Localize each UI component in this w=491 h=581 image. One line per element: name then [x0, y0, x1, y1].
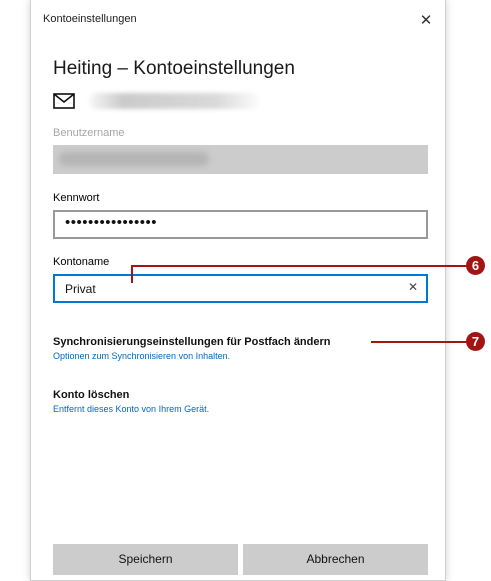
username-label: Benutzername — [53, 127, 125, 139]
clear-icon[interactable]: ✕ — [408, 280, 418, 294]
callout-marker-7: 7 — [466, 332, 485, 351]
password-field[interactable]: •••••••••••••••• — [53, 210, 428, 239]
cancel-button[interactable]: Abbrechen — [243, 544, 428, 575]
account-name-field[interactable]: Privat ✕ — [53, 274, 428, 303]
window-title: Kontoeinstellungen — [43, 13, 137, 25]
callout-line-7 — [371, 341, 474, 343]
callout-marker-6: 6 — [466, 256, 485, 275]
account-settings-dialog: Kontoeinstellungen ✕ Heiting – Kontoeins… — [30, 0, 446, 581]
username-field — [53, 145, 428, 174]
password-value: •••••••••••••••• — [65, 214, 158, 231]
password-label: Kennwort — [53, 192, 100, 204]
envelope-icon — [53, 93, 75, 109]
delete-account-link[interactable]: Konto löschen — [53, 389, 129, 401]
delete-account-subtitle[interactable]: Entfernt dieses Konto von Ihrem Gerät. — [53, 404, 209, 414]
sync-settings-link[interactable]: Synchronisierungseinstellungen für Postf… — [53, 336, 331, 348]
callout-line-6 — [132, 265, 475, 267]
sync-settings-subtitle[interactable]: Optionen zum Synchronisieren von Inhalte… — [53, 351, 230, 361]
save-button[interactable]: Speichern — [53, 544, 238, 575]
redacted-email — [89, 93, 259, 109]
email-row — [53, 92, 293, 112]
redacted-username — [59, 152, 209, 166]
close-icon[interactable]: ✕ — [415, 10, 437, 32]
account-name-value: Privat — [65, 282, 96, 296]
title-bar: Kontoeinstellungen ✕ — [31, 0, 445, 44]
page-title: Heiting – Kontoeinstellungen — [53, 58, 295, 79]
callout-tick-6 — [131, 265, 133, 283]
account-name-label: Kontoname — [53, 256, 110, 268]
